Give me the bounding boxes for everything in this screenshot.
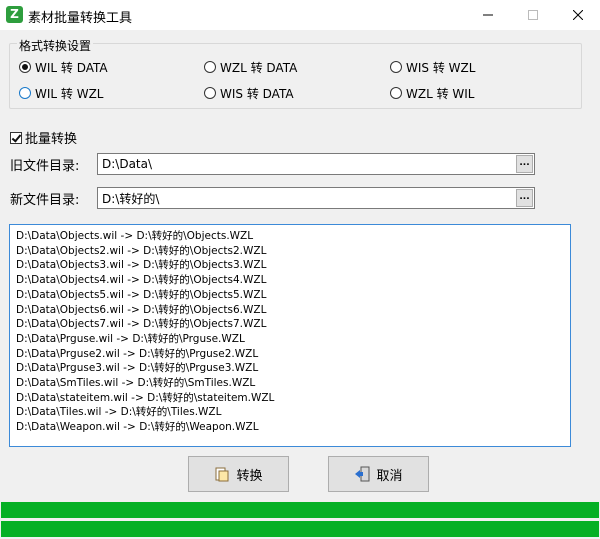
radio-wis-to-wzl[interactable]: WIS 转 WZL <box>390 59 475 75</box>
radio-wil-to-wzl[interactable]: WIL 转 WZL <box>19 85 104 101</box>
new-dir-field: ... <box>97 187 535 209</box>
log-line: D:\Data\Prguse3.wil -> D:\转好的\Prguse3.WZ… <box>16 362 259 375</box>
format-group-title: 格式转换设置 <box>17 37 94 54</box>
log-line: D:\Data\Objects.wil -> D:\转好的\Objects.WZ… <box>16 230 254 242</box>
old-dir-field: ... <box>97 153 535 175</box>
radio-wzl-to-data[interactable]: WZL 转 DATA <box>204 59 297 75</box>
radio-label: WIL 转 WZL <box>35 86 104 101</box>
cancel-label: 取消 <box>376 468 403 484</box>
conversion-log[interactable]: D:\Data\Objects.wil -> D:\转好的\Objects.WZ… <box>9 224 571 447</box>
radio-label: WZL 转 DATA <box>220 60 298 75</box>
old-dir-input[interactable] <box>98 154 516 174</box>
new-dir-label: 新文件目录: <box>10 193 80 208</box>
new-dir-input[interactable] <box>98 188 516 208</box>
log-line: D:\Data\Objects7.wil -> D:\转好的\Objects7.… <box>16 318 267 331</box>
log-line: D:\Data\Weapon.wil -> D:\转好的\Weapon.WZL <box>16 421 259 434</box>
batch-label: 批量转换 <box>25 132 78 147</box>
log-line: D:\Data\Objects4.wil -> D:\转好的\Objects4.… <box>16 274 267 287</box>
radio-wis-to-data[interactable]: WIS 转 DATA <box>204 85 294 101</box>
radio-icon <box>204 87 216 99</box>
cancel-button[interactable]: 取消 <box>328 456 429 492</box>
window-title: 素材批量转换工具 <box>28 11 133 26</box>
title-bar: Z 素材批量转换工具 <box>0 0 600 30</box>
radio-wzl-to-wil[interactable]: WZL 转 WIL <box>390 85 475 101</box>
log-line: D:\Data\Prguse2.wil -> D:\转好的\Prguse2.WZ… <box>16 347 259 360</box>
log-line: D:\Data\Objects6.wil -> D:\转好的\Objects6.… <box>16 303 267 316</box>
close-button[interactable] <box>555 0 600 30</box>
radio-icon <box>204 61 216 73</box>
progress-bar <box>1 502 599 518</box>
radio-label: WIS 转 WZL <box>406 60 476 75</box>
radio-icon <box>19 87 31 99</box>
maximize-icon <box>527 10 538 20</box>
log-line: D:\Data\Tiles.wil -> D:\转好的\Tiles.WZL <box>16 406 222 419</box>
old-dir-browse-button[interactable]: ... <box>516 155 533 173</box>
log-line: D:\Data\Objects3.wil -> D:\转好的\Objects3.… <box>16 259 267 272</box>
log-line: D:\Data\stateitem.wil -> D:\转好的\stateite… <box>16 391 275 404</box>
convert-label: 转换 <box>236 468 263 484</box>
progress-bar <box>1 521 599 537</box>
radio-label: WIS 转 DATA <box>220 86 294 101</box>
log-line: D:\Data\Prguse.wil -> D:\转好的\Prguse.WZL <box>16 332 245 345</box>
radio-checked-icon <box>19 61 31 73</box>
log-line: D:\Data\SmTiles.wil -> D:\转好的\SmTiles.WZ… <box>16 377 256 390</box>
log-line: D:\Data\Objects2.wil -> D:\转好的\Objects2.… <box>16 244 267 257</box>
maximize-button[interactable] <box>510 0 555 30</box>
radio-label: WZL 转 WIL <box>406 86 475 101</box>
radio-icon <box>390 61 402 73</box>
convert-button[interactable]: 转换 <box>188 456 289 492</box>
old-dir-label: 旧文件目录: <box>10 159 80 174</box>
batch-checkbox[interactable]: 批量转换 <box>10 128 77 147</box>
minimize-button[interactable] <box>465 0 510 30</box>
log-line: D:\Data\Objects5.wil -> D:\转好的\Objects5.… <box>16 288 267 301</box>
radio-wil-to-data[interactable]: WIL 转 DATA <box>19 59 108 75</box>
new-dir-browse-button[interactable]: ... <box>516 189 533 207</box>
close-icon <box>572 10 583 20</box>
exit-door-icon <box>355 466 370 482</box>
checkbox-checked-icon <box>10 131 22 144</box>
convert-icon <box>215 467 229 482</box>
radio-icon <box>390 87 402 99</box>
app-icon: Z <box>6 6 23 23</box>
minimize-icon <box>482 14 493 16</box>
radio-label: WIL 转 DATA <box>35 60 108 75</box>
